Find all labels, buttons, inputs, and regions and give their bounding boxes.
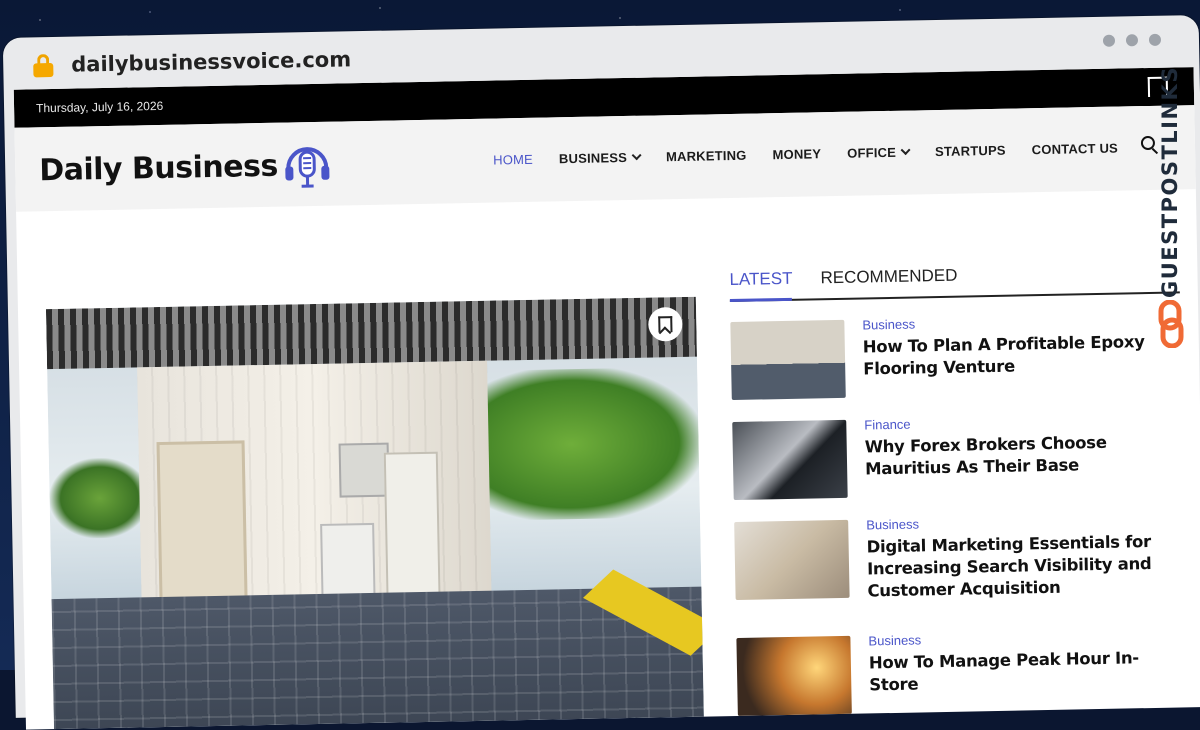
post-category[interactable]: Business (868, 627, 1186, 648)
url-text[interactable]: dailybusinessvoice.com (71, 47, 351, 76)
post-title[interactable]: Digital Marketing Essentials for Increas… (866, 530, 1185, 602)
watermark-text: GUESTPOSTLINKS (1158, 52, 1182, 312)
logo-text: Daily Business (39, 148, 278, 188)
nav-home[interactable]: HOME (493, 152, 533, 168)
post-thumbnail[interactable] (736, 636, 851, 716)
browser-window: dailybusinessvoice.com Thursday, July 16… (3, 15, 1200, 718)
tab-recommended[interactable]: RECOMMENDED (820, 266, 957, 289)
sidebar-tabs: LATEST RECOMMENDED (729, 261, 1180, 302)
main-navigation: HOME BUSINESS MARKETING MONEY OFFICE STA… (493, 141, 1118, 168)
post-category[interactable]: Finance (864, 411, 1182, 432)
nav-business[interactable]: BUSINESS (559, 150, 640, 167)
nav-office[interactable]: OFFICE (847, 145, 909, 161)
tab-latest[interactable]: LATEST (729, 269, 792, 290)
post-title[interactable]: Why Forex Brokers Choose Mauritius As Th… (865, 430, 1184, 480)
list-item[interactable]: Finance Why Forex Brokers Choose Mauriti… (732, 413, 1183, 504)
list-item[interactable]: Business Digital Marketing Essentials fo… (734, 513, 1186, 622)
nav-startups[interactable]: STARTUPS (935, 143, 1006, 159)
nav-contact-us[interactable]: CONTACT US (1032, 141, 1119, 158)
nav-business-label: BUSINESS (559, 150, 627, 166)
list-item[interactable]: Business How To Manage Peak Hour In-Stor… (736, 629, 1187, 720)
current-date: Thursday, July 16, 2026 (36, 99, 163, 115)
nav-office-label: OFFICE (847, 145, 896, 161)
chevron-down-icon (901, 145, 911, 155)
nav-marketing[interactable]: MARKETING (666, 148, 747, 165)
post-thumbnail[interactable] (732, 420, 847, 500)
post-category[interactable]: Business (866, 511, 1184, 532)
sidebar: LATEST RECOMMENDED Business How To Plan … (729, 261, 1188, 720)
window-dot-icon[interactable] (1126, 34, 1138, 46)
podcast-mic-icon (281, 140, 332, 191)
window-dot-icon[interactable] (1149, 34, 1161, 46)
window-controls (1103, 34, 1161, 47)
bookmark-icon (658, 316, 672, 332)
list-item[interactable]: Business How To Plan A Profitable Epoxy … (730, 313, 1181, 404)
lock-icon (33, 54, 53, 76)
window-dot-icon[interactable] (1103, 35, 1115, 47)
guestpostlinks-watermark: GUESTPOSTLINKS (1152, 60, 1192, 360)
nav-money[interactable]: MONEY (772, 146, 821, 162)
post-title[interactable]: How To Manage Peak Hour In-Store (869, 646, 1188, 696)
website: Thursday, July 16, 2026 Daily Business (14, 67, 1200, 730)
link-icon (1156, 300, 1186, 348)
chevron-down-icon (632, 150, 642, 160)
site-logo[interactable]: Daily Business (39, 140, 332, 196)
post-thumbnail[interactable] (730, 320, 845, 400)
active-tab-indicator (730, 298, 792, 302)
post-category[interactable]: Business (862, 311, 1180, 332)
post-thumbnail[interactable] (734, 520, 849, 600)
featured-image[interactable] (46, 297, 704, 729)
post-title[interactable]: How To Plan A Profitable Epoxy Flooring … (863, 330, 1182, 380)
